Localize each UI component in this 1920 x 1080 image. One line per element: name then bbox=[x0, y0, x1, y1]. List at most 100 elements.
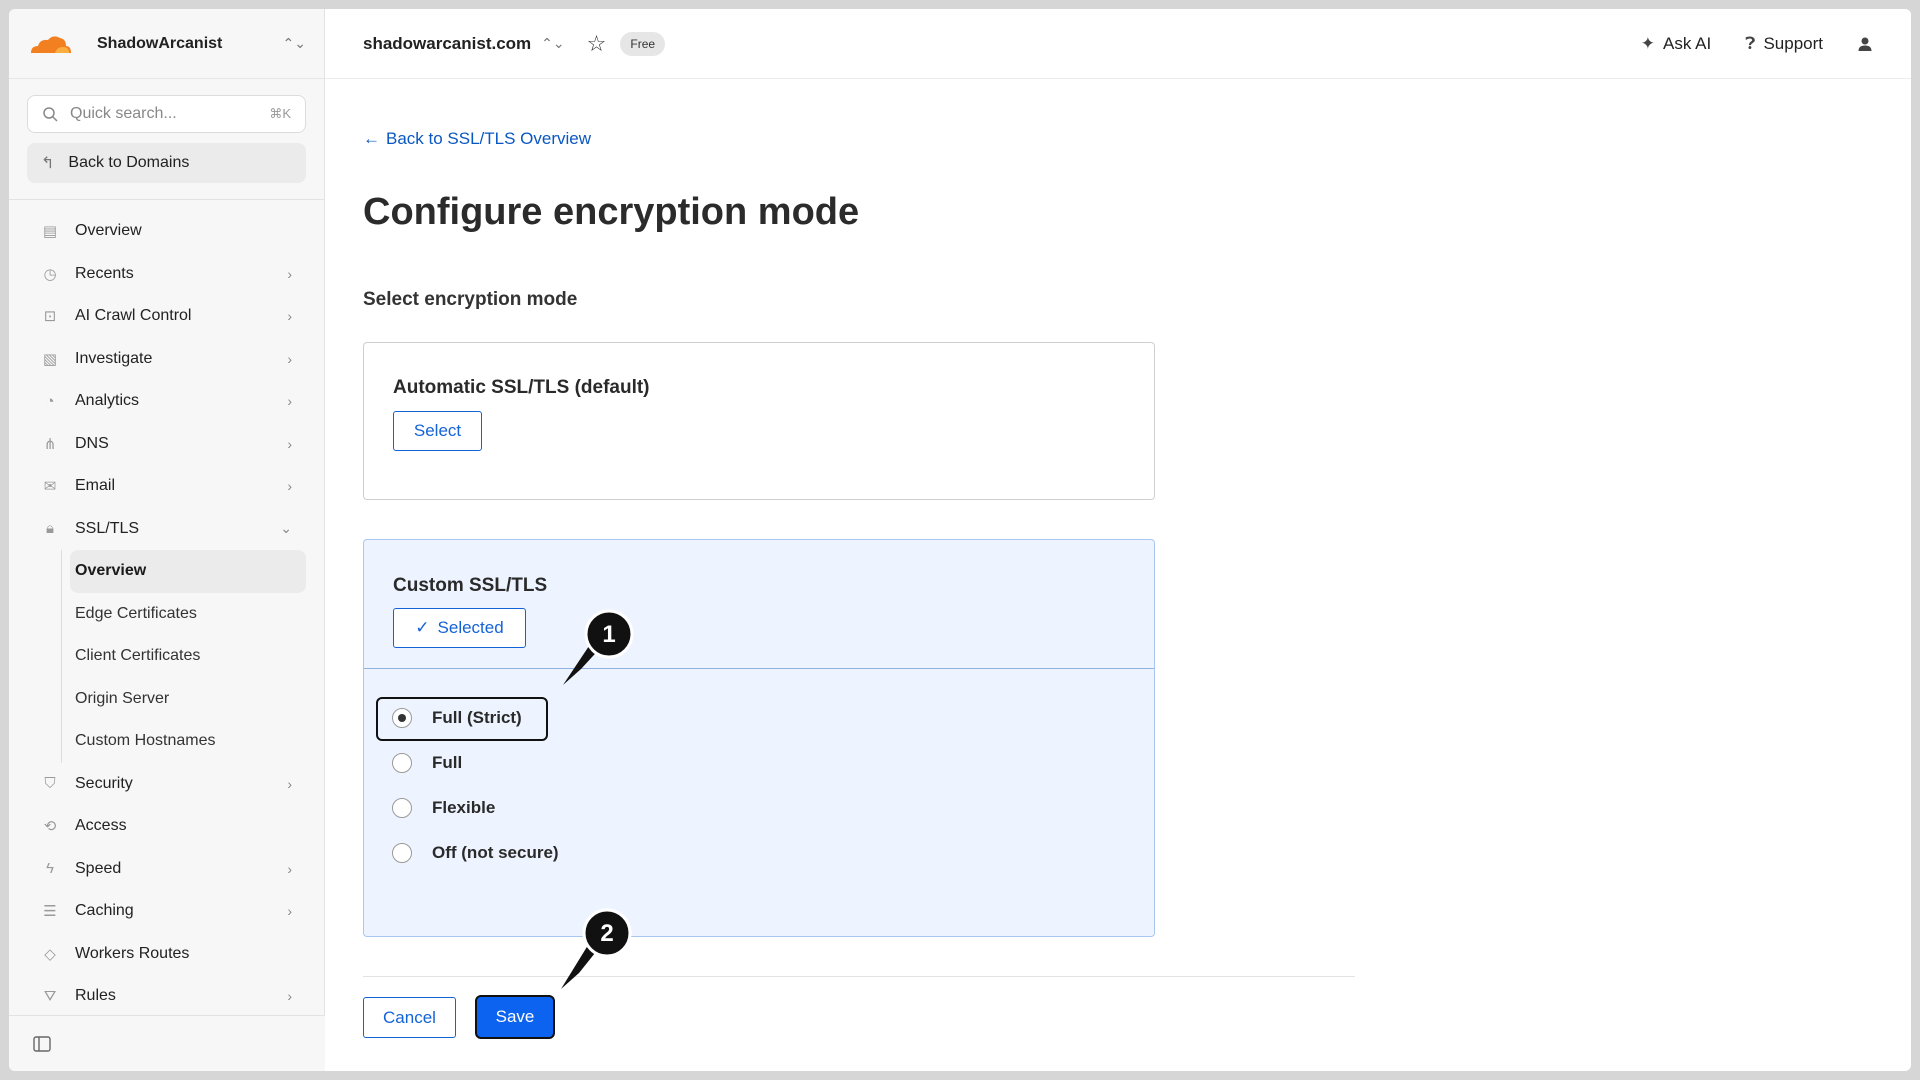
rules-icon: ⛛ bbox=[43, 987, 57, 1005]
back-to-ssl-overview-link[interactable]: ← Back to SSL/TLS Overview bbox=[363, 129, 591, 149]
top-bar: shadowarcanist.com ⌃⌄ ☆ Free ✦ Ask AI ❓︎… bbox=[325, 9, 1911, 79]
diamond-icon: ◇ bbox=[44, 945, 56, 963]
sidebar-subitem-custom-hostnames[interactable]: Custom Hostnames bbox=[62, 720, 306, 763]
account-switcher[interactable]: ShadowArcanist ⌃⌄ bbox=[9, 9, 324, 79]
back-to-domains-button[interactable]: ↰ Back to Domains bbox=[27, 143, 306, 183]
sidebar-item-label: Speed bbox=[75, 859, 122, 877]
radio-off-not-secure[interactable]: Off (not secure) bbox=[392, 843, 559, 863]
sidebar-item-label: Overview bbox=[75, 222, 142, 240]
search-doc-icon: ▧ bbox=[42, 350, 58, 368]
chevron-right-icon: › bbox=[287, 860, 292, 877]
step-1-callout-icon: 1 bbox=[563, 609, 634, 685]
radio-button[interactable] bbox=[392, 708, 412, 728]
save-button[interactable]: Save bbox=[475, 995, 555, 1039]
sidebar-item-label: Investigate bbox=[75, 349, 153, 367]
chevron-right-icon: › bbox=[287, 478, 292, 495]
ask-ai-label: Ask AI bbox=[1663, 33, 1712, 53]
sidebar-item-email[interactable]: ✉ Email › bbox=[9, 465, 324, 508]
updown-chevron-icon[interactable]: ⌃⌄ bbox=[541, 35, 564, 52]
sidebar-item-analytics[interactable]: ◔ Analytics › bbox=[9, 380, 324, 423]
user-icon bbox=[1858, 37, 1872, 51]
checkmark-icon: ✓ bbox=[415, 618, 430, 637]
radio-label: Flexible bbox=[432, 798, 496, 817]
chevron-right-icon: › bbox=[287, 988, 292, 1005]
sidebar-item-caching[interactable]: ☰ Caching › bbox=[9, 890, 324, 933]
envelope-icon: ✉ bbox=[43, 478, 57, 496]
sidebar-item-access[interactable]: ⟲ Access bbox=[9, 805, 324, 848]
back-to-domains-label: Back to Domains bbox=[68, 154, 190, 171]
ssl-tls-submenu: Overview Edge Certificates Client Certif… bbox=[61, 550, 324, 763]
account-name: ShadowArcanist bbox=[97, 34, 223, 52]
chevron-right-icon: › bbox=[287, 308, 292, 325]
select-button[interactable]: Select bbox=[393, 411, 482, 451]
selected-button[interactable]: ✓ Selected bbox=[393, 608, 526, 648]
sidebar-item-speed[interactable]: ϟ Speed › bbox=[9, 848, 324, 891]
cancel-button[interactable]: Cancel bbox=[363, 997, 456, 1038]
radio-full[interactable]: Full bbox=[392, 753, 462, 773]
radio-full-strict[interactable]: Full (Strict) bbox=[392, 708, 522, 728]
chevron-down-icon: ⌄ bbox=[280, 520, 292, 537]
sidebar-item-label: SSL/TLS bbox=[75, 519, 140, 537]
access-icon: ⟲ bbox=[43, 818, 57, 836]
sidebar-item-label: Email bbox=[75, 477, 116, 495]
document-icon: ▤ bbox=[42, 223, 58, 241]
clock-icon: ◷ bbox=[43, 265, 57, 283]
ask-ai-button[interactable]: ✦ Ask AI bbox=[1641, 34, 1711, 54]
sidebar-item-label: Caching bbox=[75, 902, 134, 920]
plan-badge: Free bbox=[620, 31, 666, 56]
automatic-ssl-card: Automatic SSL/TLS (default) Select bbox=[363, 342, 1155, 500]
custom-ssl-card: Custom SSL/TLS ✓ Selected Full (Strict) … bbox=[363, 539, 1155, 937]
footer-divider bbox=[363, 976, 1355, 977]
chevron-right-icon: › bbox=[287, 903, 292, 920]
sidebar-item-dns[interactable]: ⋔ DNS › bbox=[9, 423, 324, 466]
automatic-ssl-title: Automatic SSL/TLS (default) bbox=[393, 377, 650, 398]
sidebar-item-rules[interactable]: ⛛ Rules › bbox=[9, 975, 324, 1018]
quick-search-input[interactable]: Quick search... ⌘K bbox=[27, 95, 306, 133]
sparkle-icon: ✦ bbox=[1640, 33, 1656, 53]
sidebar-item-overview[interactable]: ▤ Overview bbox=[9, 210, 324, 253]
collapse-sidebar-icon[interactable] bbox=[33, 1035, 51, 1052]
back-link-label: Back to SSL/TLS Overview bbox=[386, 129, 592, 148]
sidebar: ShadowArcanist ⌃⌄ Quick search... ⌘K ↰ B… bbox=[9, 9, 325, 1071]
radio-button[interactable] bbox=[392, 753, 412, 773]
support-button[interactable]: ❓︎ Support bbox=[1745, 34, 1823, 54]
radio-flexible[interactable]: Flexible bbox=[392, 798, 495, 818]
chevron-right-icon: › bbox=[287, 350, 292, 367]
sidebar-item-recents[interactable]: ◷ Recents › bbox=[9, 253, 324, 296]
sidebar-item-label: DNS bbox=[75, 434, 109, 452]
robot-icon: ⊡ bbox=[43, 308, 57, 326]
chevron-right-icon: › bbox=[287, 775, 292, 792]
radio-button[interactable] bbox=[392, 843, 412, 863]
custom-ssl-title: Custom SSL/TLS bbox=[393, 575, 548, 596]
sidebar-subitem-origin-server[interactable]: Origin Server bbox=[62, 678, 306, 721]
radio-label: Off (not secure) bbox=[432, 843, 559, 862]
search-icon bbox=[43, 107, 58, 122]
sidebar-item-label: Rules bbox=[75, 987, 116, 1005]
sidebar-item-ai-crawl-control[interactable]: ⊡ AI Crawl Control › bbox=[9, 295, 324, 338]
step-1-number: 1 bbox=[602, 621, 615, 648]
shield-icon: ⛉ bbox=[44, 775, 56, 793]
stack-icon: ☰ bbox=[43, 903, 57, 921]
sidebar-item-label: Workers Routes bbox=[75, 944, 190, 962]
search-shortcut: ⌘K bbox=[269, 106, 291, 121]
radio-button[interactable] bbox=[392, 798, 412, 818]
sidebar-item-label: Analytics bbox=[75, 392, 140, 410]
sitemap-icon: ⋔ bbox=[43, 435, 57, 453]
domain-switcher[interactable]: shadowarcanist.com bbox=[363, 34, 531, 54]
sidebar-item-security[interactable]: ⛉ Security › bbox=[9, 763, 324, 806]
sidebar-subitem-client-certificates[interactable]: Client Certificates bbox=[62, 635, 306, 678]
sidebar-subitem-overview[interactable]: Overview bbox=[70, 550, 306, 593]
step-2-number: 2 bbox=[600, 920, 613, 947]
section-title: Select encryption mode bbox=[363, 289, 578, 310]
help-circle-icon: ❓︎ bbox=[1745, 33, 1756, 53]
sidebar-item-ssl-tls[interactable]: 🔒︎ SSL/TLS ⌄ bbox=[9, 508, 324, 551]
star-icon[interactable]: ☆ bbox=[587, 31, 607, 57]
sidebar-item-label: Security bbox=[75, 774, 133, 792]
custom-ssl-header: Custom SSL/TLS ✓ Selected bbox=[364, 540, 1154, 669]
sidebar-item-workers-routes[interactable]: ◇ Workers Routes bbox=[9, 933, 324, 976]
sidebar-subitem-edge-certificates[interactable]: Edge Certificates bbox=[62, 593, 306, 636]
user-menu-button[interactable] bbox=[1857, 36, 1873, 52]
sidebar-divider bbox=[9, 199, 324, 200]
sidebar-item-investigate[interactable]: ▧ Investigate › bbox=[9, 338, 324, 381]
arrow-left-icon: ← bbox=[363, 129, 380, 148]
